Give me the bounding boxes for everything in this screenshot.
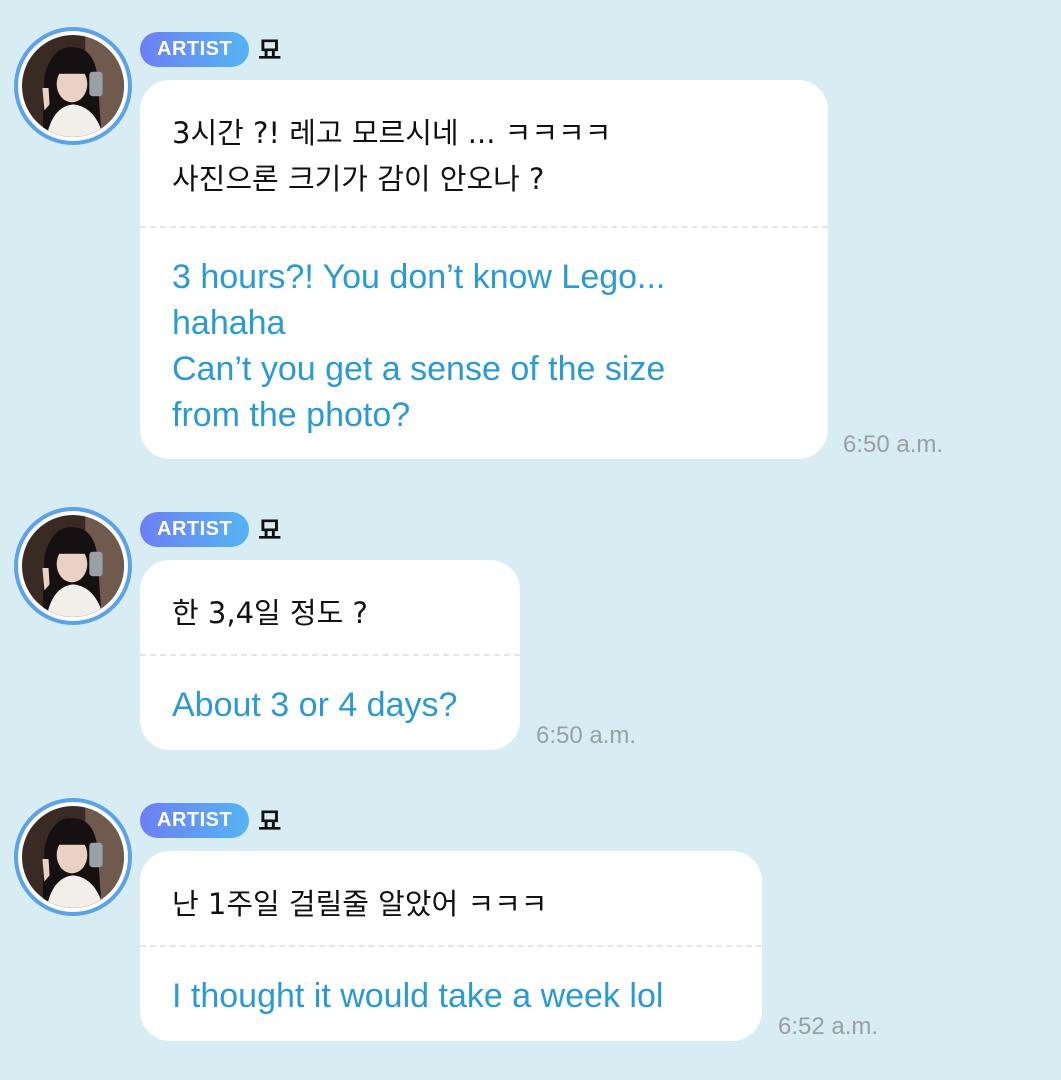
message-bubble[interactable]: 난 1주일 걸릴줄 알았어 ㅋㅋㅋ I thought it would tak…	[140, 851, 762, 1041]
message-timestamp: 6:50 a.m.	[843, 431, 944, 458]
translation-divider	[140, 226, 828, 228]
message-header: ARTIST 묘	[140, 31, 281, 67]
artist-avatar[interactable]	[14, 507, 132, 625]
message-timestamp: 6:52 a.m.	[778, 1013, 879, 1040]
artist-badge: ARTIST	[140, 802, 250, 838]
message-header: ARTIST 묘	[140, 511, 281, 547]
profile-photo-icon	[22, 806, 124, 908]
artist-avatar[interactable]	[14, 27, 132, 145]
sender-name[interactable]: 묘	[258, 31, 281, 67]
original-text: 난 1주일 걸릴줄 알았어 ㅋㅋㅋ	[172, 887, 548, 921]
translated-text: About 3 or 4 days?	[172, 686, 458, 724]
artist-badge: ARTIST	[140, 31, 250, 67]
translated-text: I thought it would take a week lol	[172, 977, 664, 1015]
artist-avatar[interactable]	[14, 798, 132, 916]
profile-photo-icon	[22, 35, 124, 137]
message-timestamp: 6:50 a.m.	[536, 722, 637, 749]
message-bubble[interactable]: 3시간 ?! 레고 모르시네 ... ㅋㅋㅋㅋ 사진으론 크기가 감이 안오나 …	[140, 80, 828, 459]
original-text: 3시간 ?! 레고 모르시네 ... ㅋㅋㅋㅋ 사진으론 크기가 감이 안오나 …	[172, 116, 612, 196]
sender-name[interactable]: 묘	[258, 511, 281, 547]
translation-divider	[140, 654, 520, 656]
profile-photo-icon	[22, 515, 124, 617]
translated-text: 3 hours?! You don’t know Lego... hahaha …	[172, 258, 666, 434]
original-text: 한 3,4일 정도 ?	[172, 596, 368, 630]
sender-name[interactable]: 묘	[258, 802, 281, 838]
message-bubble[interactable]: 한 3,4일 정도 ? About 3 or 4 days?	[140, 560, 520, 750]
artist-badge: ARTIST	[140, 511, 250, 547]
translation-divider	[140, 945, 762, 947]
message-header: ARTIST 묘	[140, 802, 281, 838]
